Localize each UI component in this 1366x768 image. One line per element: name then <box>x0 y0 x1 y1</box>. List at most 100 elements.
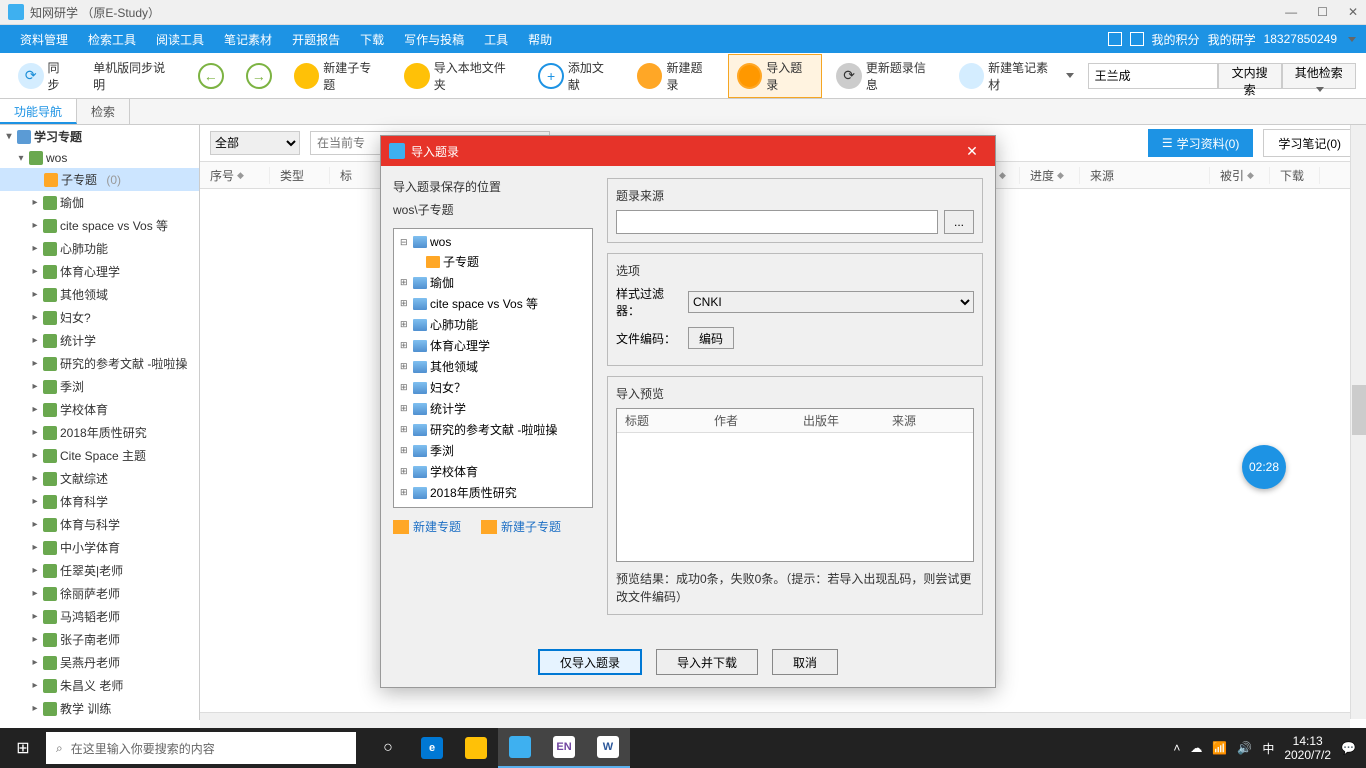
tree-item[interactable]: ▸心肺功能 <box>0 237 199 260</box>
dtree-item[interactable]: ⊞其他领域 <box>398 356 588 377</box>
source-path-input[interactable] <box>616 210 938 234</box>
dialog-close-button[interactable]: ✕ <box>957 143 987 160</box>
horizontal-scrollbar[interactable] <box>200 712 1350 728</box>
tree-item[interactable]: ▸教学 训练 <box>0 697 199 720</box>
minimize-button[interactable]: — <box>1285 5 1297 19</box>
dtree-item[interactable]: ⊞研究的参考文献 -啦啦操 <box>398 419 588 440</box>
tray-cloud-icon[interactable]: ☁ <box>1190 741 1202 755</box>
forward-button[interactable]: → <box>238 59 280 93</box>
col-progress[interactable]: 进度◆ <box>1020 167 1080 184</box>
grid-icon[interactable] <box>1108 32 1122 46</box>
new-topic-action[interactable]: 新建专题 <box>393 518 461 535</box>
menu-write[interactable]: 写作与投稿 <box>394 31 474 48</box>
dtree-wos[interactable]: ⊟wos <box>398 233 588 251</box>
tree-item[interactable]: ▸季浏 <box>0 375 199 398</box>
dtree-item[interactable]: ⊞统计学 <box>398 398 588 419</box>
tree-item[interactable]: ▸其他领域 <box>0 283 199 306</box>
dialog-tree[interactable]: ⊟wos 子专题 ⊞瑜伽⊞cite space vs Vos 等⊞心肺功能⊞体育… <box>393 228 593 508</box>
tree-item[interactable]: ▸2018年质性研究 <box>0 421 199 444</box>
col-type[interactable]: 类型 <box>270 167 330 184</box>
search-input[interactable] <box>1088 63 1218 89</box>
menu-tools[interactable]: 工具 <box>474 31 518 48</box>
col-download[interactable]: 下载 <box>1270 167 1320 184</box>
user-phone[interactable]: 18327850249 <box>1264 32 1337 46</box>
taskbar-clock[interactable]: 14:13 2020/7/2 <box>1284 734 1331 763</box>
new-record-button[interactable]: 新建题录 <box>629 55 722 97</box>
menu-download[interactable]: 下载 <box>350 31 394 48</box>
tree-item[interactable]: ▸徐丽萨老师 <box>0 582 199 605</box>
my-points-link[interactable]: 我的积分 <box>1152 31 1200 48</box>
tray-volume-icon[interactable]: 🔊 <box>1237 741 1252 755</box>
pcol-source[interactable]: 来源 <box>884 409 973 432</box>
endnote-app[interactable]: EN <box>542 728 586 768</box>
add-doc-button[interactable]: +添加文献 <box>530 55 623 97</box>
tray-up-icon[interactable]: ˄ <box>1173 741 1180 755</box>
browse-button[interactable]: ... <box>944 210 974 234</box>
dtree-item[interactable]: ⊞学校体育 <box>398 461 588 482</box>
import-local-button[interactable]: 导入本地文件夹 <box>396 55 524 97</box>
pcol-year[interactable]: 出版年 <box>795 409 884 432</box>
tree-item[interactable]: ▸研究的参考文献 -啦啦操 <box>0 352 199 375</box>
tree-wos[interactable]: ▾wos <box>0 148 199 168</box>
menu-resource[interactable]: 资料管理 <box>10 31 78 48</box>
col-cited[interactable]: 被引◆ <box>1210 167 1270 184</box>
new-note-button[interactable]: 新建笔记素材 <box>951 55 1082 97</box>
sidebar-tree[interactable]: ▾学习专题 ▾wos 子专题 (0) ▸瑜伽▸cite space vs Vos… <box>0 125 200 720</box>
style-filter-select[interactable]: CNKI <box>688 291 974 313</box>
tree-item[interactable]: ▸马鸿韬老师 <box>0 605 199 628</box>
filter-select[interactable]: 全部 <box>210 131 300 155</box>
tree-item[interactable]: ▸cite space vs Vos 等 <box>0 214 199 237</box>
preview-grid[interactable]: 标题 作者 出版年 来源 <box>616 408 974 562</box>
new-subtopic-action[interactable]: 新建子专题 <box>481 518 561 535</box>
dtree-sub[interactable]: 子专题 <box>398 251 588 272</box>
tree-item[interactable]: ▸体育与科学 <box>0 513 199 536</box>
dtree-item[interactable]: ⊞cite space vs Vos 等 <box>398 293 588 314</box>
pcol-author[interactable]: 作者 <box>706 409 795 432</box>
search-in-content-button[interactable]: 文内搜索 <box>1218 63 1282 89</box>
dtree-item[interactable]: ⊞妇女？ <box>398 377 588 398</box>
tree-item[interactable]: ▸统计学 <box>0 329 199 352</box>
update-record-button[interactable]: ⟳更新题录信息 <box>828 55 944 97</box>
sync-button[interactable]: ⟳同步 <box>10 55 79 97</box>
cancel-button[interactable]: 取消 <box>772 649 838 675</box>
import-download-button[interactable]: 导入并下载 <box>656 649 758 675</box>
menu-search-tool[interactable]: 检索工具 <box>78 31 146 48</box>
menu-notes[interactable]: 笔记素材 <box>214 31 282 48</box>
encoding-button[interactable]: 编码 <box>688 327 734 349</box>
dtree-item[interactable]: ⊞2018年质性研究 <box>398 482 588 503</box>
dtree-item[interactable]: ⊞心肺功能 <box>398 314 588 335</box>
back-button[interactable]: ← <box>190 59 232 93</box>
dtree-item[interactable]: ⊞体育心理学 <box>398 335 588 356</box>
col-source[interactable]: 来源 <box>1080 167 1210 184</box>
explorer-app[interactable] <box>454 728 498 768</box>
tree-root[interactable]: ▾学习专题 <box>0 125 199 148</box>
tree-item[interactable]: ▸体育心理学 <box>0 260 199 283</box>
tab-search[interactable]: 检索 <box>77 99 130 124</box>
taskbar-search[interactable]: ⌕在这里输入你要搜索的内容 <box>46 732 356 764</box>
study-material-button[interactable]: ☰ 学习资料(0) <box>1148 129 1253 157</box>
tree-item[interactable]: ▸体育科学 <box>0 490 199 513</box>
estudy-app[interactable] <box>498 728 542 768</box>
scroll-thumb[interactable] <box>1352 385 1366 435</box>
list-icon[interactable] <box>1130 32 1144 46</box>
single-sync-info[interactable]: 单机版同步说明 <box>85 55 184 97</box>
user-dropdown-icon[interactable] <box>1348 37 1356 42</box>
vertical-scrollbar[interactable] <box>1350 125 1366 719</box>
tree-item[interactable]: ▸妇女? <box>0 306 199 329</box>
tree-item[interactable]: ▸张子南老师 <box>0 628 199 651</box>
tree-subtopic[interactable]: 子专题 (0) <box>0 168 199 191</box>
tree-item[interactable]: ▸朱昌义 老师 <box>0 674 199 697</box>
start-button[interactable]: ⊞ <box>0 738 46 758</box>
menu-proposal[interactable]: 开题报告 <box>282 31 350 48</box>
ime-indicator[interactable]: 中 <box>1262 740 1274 757</box>
close-button[interactable]: ✕ <box>1348 5 1358 19</box>
tree-item[interactable]: ▸任翠英|老师 <box>0 559 199 582</box>
dtree-item[interactable]: ⊞季浏 <box>398 440 588 461</box>
col-seq[interactable]: 序号◆ <box>200 167 270 184</box>
dtree-item[interactable]: ⊞Cite Space 主题 <box>398 503 588 508</box>
tree-item[interactable]: ▸吴燕丹老师 <box>0 651 199 674</box>
word-app[interactable]: W <box>586 728 630 768</box>
tree-item[interactable]: ▸文献综述 <box>0 467 199 490</box>
tab-nav[interactable]: 功能导航 <box>0 99 77 124</box>
timer-badge[interactable]: 02:28 <box>1242 445 1286 489</box>
